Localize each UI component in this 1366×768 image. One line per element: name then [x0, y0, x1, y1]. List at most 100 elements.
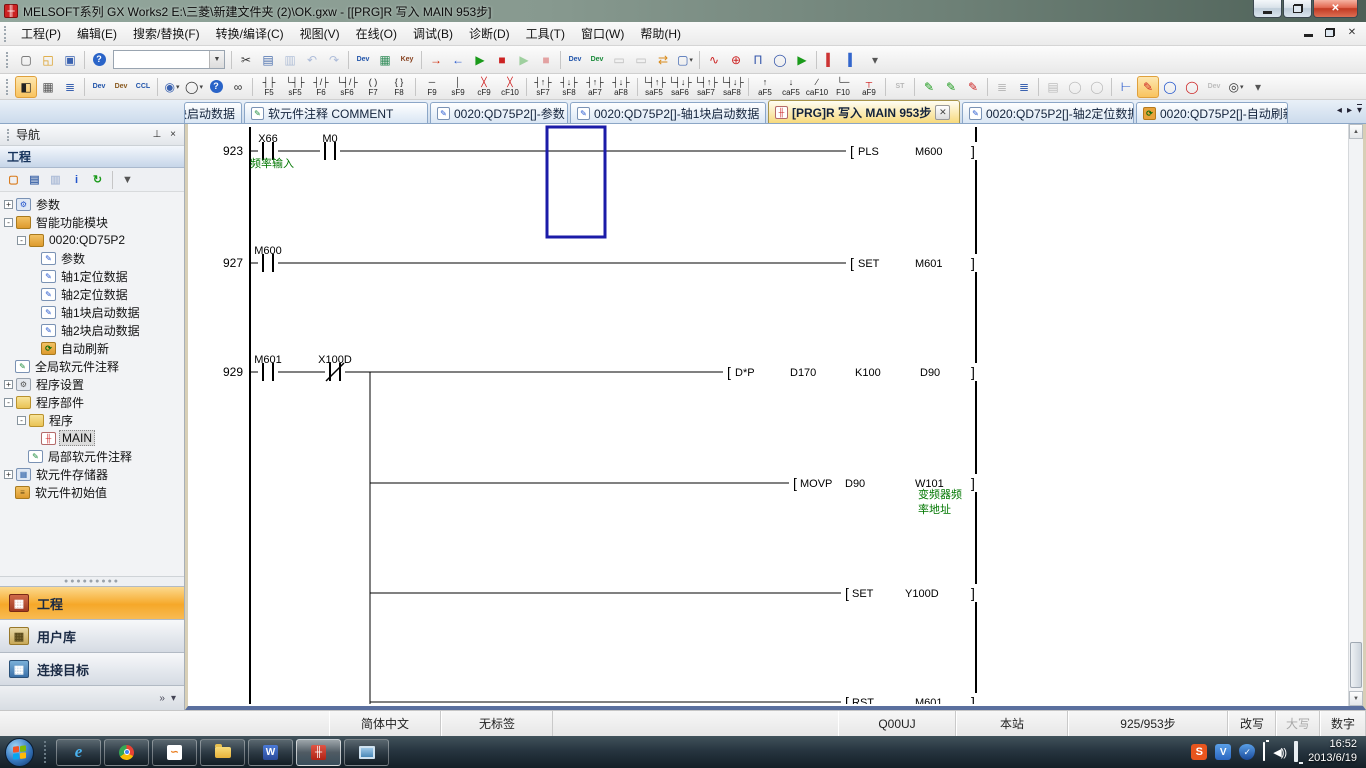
- write-to-plc-button[interactable]: →: [425, 49, 447, 71]
- undo-button[interactable]: ↶: [301, 49, 323, 71]
- taskbar-app-photo-viewer[interactable]: [344, 738, 389, 766]
- tree-item-0020:QD75P2[interactable]: - 0020:QD75P2: [0, 231, 184, 249]
- program-select-combo[interactable]: ▼: [113, 50, 225, 69]
- menu-item[interactable]: 转换/编译(C): [208, 22, 292, 45]
- document-tab[interactable]: ✎ 软元件注释 COMMENT: [244, 102, 428, 123]
- ladder-editor[interactable]: 923 X66 频率输入 M0[PLS M600] 927 M600[SET M601] 929…: [185, 124, 1366, 710]
- collapse-icon[interactable]: -: [4, 397, 13, 407]
- ladder-symbol-saF7-button[interactable]: └┤↑├ saF7: [693, 75, 719, 98]
- list-edit-button[interactable]: ≣: [1013, 76, 1035, 98]
- filter-button[interactable]: ▼: [118, 170, 137, 189]
- taskbar-app-windows-explorer[interactable]: [200, 738, 245, 766]
- tab-close-icon[interactable]: ✕: [935, 104, 951, 120]
- volume-tray-icon[interactable]: ◀)): [1273, 747, 1287, 759]
- find-note-button[interactable]: ◯: [1086, 76, 1108, 98]
- ladder-symbol-saF5-button[interactable]: └┤↑├ saF5: [641, 75, 667, 98]
- redo-button[interactable]: ↷: [323, 49, 345, 71]
- new-item-button[interactable]: ▢: [4, 170, 23, 189]
- menu-item[interactable]: 诊断(D): [461, 22, 518, 45]
- tab-scroll-right-icon[interactable]: ▸: [1347, 105, 1352, 116]
- configure-buttons-icon[interactable]: ▾: [171, 693, 176, 704]
- menu-item[interactable]: 在线(O): [348, 22, 405, 45]
- monitor-start-button[interactable]: ▶: [469, 49, 491, 71]
- trace-wave-button[interactable]: ∿: [703, 49, 725, 71]
- ladder-symbol-cF9-button[interactable]: ╳ cF9: [471, 75, 497, 98]
- ladder-symbol-F10-button[interactable]: └─ F10: [830, 75, 856, 98]
- ladder-symbol-caF5-button[interactable]: ↓ caF5: [778, 75, 804, 98]
- network-tray-icon[interactable]: [1294, 741, 1299, 762]
- ladder-symbol-cF10-button[interactable]: ╳ cF10: [497, 75, 523, 98]
- ladder-symbol-F8-button[interactable]: { } F8: [386, 75, 412, 98]
- battery-tray-icon[interactable]: [1263, 742, 1266, 761]
- expand-buttons-icon[interactable]: »: [159, 693, 165, 704]
- expand-icon[interactable]: +: [4, 199, 13, 209]
- paste-button[interactable]: ▥: [279, 49, 301, 71]
- tree-item-全局软元件注释[interactable]: ✎ 全局软元件注释: [0, 357, 184, 375]
- scrollbar-thumb[interactable]: [1350, 642, 1362, 688]
- edit-block-delete-button[interactable]: ✎: [962, 76, 984, 98]
- chevron-down-icon[interactable]: ▾: [1240, 83, 1244, 91]
- tree-item-轴1定位数据[interactable]: ✎ 轴1定位数据: [0, 267, 184, 285]
- device-display-av-button[interactable]: Dev: [1203, 76, 1225, 98]
- copy-button[interactable]: ▤: [257, 49, 279, 71]
- chevron-down-icon[interactable]: ▾: [199, 83, 203, 91]
- collapse-icon[interactable]: -: [17, 235, 26, 245]
- ladder-symbol-aF7-button[interactable]: ┤↑├ aF7: [582, 75, 608, 98]
- edit-parallel-block-button[interactable]: ✎: [940, 76, 962, 98]
- restore-button[interactable]: [1283, 0, 1312, 18]
- document-tab[interactable]: ⟳ 0020:QD75P2[]-自动刷新: [1136, 102, 1288, 123]
- module-configuration-button[interactable]: ▦: [37, 76, 59, 98]
- ladder-symbol-F6-button[interactable]: ┤/├ F6: [308, 75, 334, 98]
- work-window-list-button[interactable]: ≣: [59, 76, 81, 98]
- ladder-symbol-sF7-button[interactable]: ┤↑├ sF7: [530, 75, 556, 98]
- help-ladder-button[interactable]: ?: [205, 76, 227, 98]
- nav-view-button-工程[interactable]: ▦ 工程: [0, 586, 184, 619]
- ladder-symbol-caF10-button[interactable]: ∕ caF10: [804, 75, 830, 98]
- chevron-down-icon[interactable]: ▾: [689, 56, 693, 64]
- menu-item[interactable]: 窗口(W): [573, 22, 632, 45]
- toolbar-overflow-button[interactable]: ▾: [864, 49, 886, 71]
- watch-register-button[interactable]: Dev: [586, 49, 608, 71]
- taskbar-app-internet-explorer[interactable]: e: [56, 738, 101, 766]
- sogou-tray-icon[interactable]: S: [1191, 744, 1208, 760]
- ladder-symbol-sF8-button[interactable]: ┤↓├ sF8: [556, 75, 582, 98]
- display-device-button[interactable]: ◉ ▾: [161, 76, 183, 98]
- mdi-close-button[interactable]: ✕: [1344, 25, 1360, 39]
- nav-view-button-连接目标[interactable]: ▦ 连接目标: [0, 652, 184, 685]
- menu-item[interactable]: 帮助(H): [632, 22, 689, 45]
- tree-item-轴1块启动数据[interactable]: ✎ 轴1块启动数据: [0, 303, 184, 321]
- ladder-symbol-F7-button[interactable]: ( ) F7: [360, 75, 386, 98]
- edit-ladder-button[interactable]: ✎: [918, 76, 940, 98]
- statement-list-button[interactable]: ▤: [1042, 76, 1064, 98]
- watch-start-button[interactable]: Dev: [564, 49, 586, 71]
- monitor-start-all-button[interactable]: ▶: [513, 49, 535, 71]
- find-binoculars-button[interactable]: ∞: [227, 76, 249, 98]
- tree-item-智能功能模块[interactable]: - 智能功能模块: [0, 213, 184, 231]
- trace-exec-button[interactable]: ▶: [791, 49, 813, 71]
- tree-item-自动刷新[interactable]: ⟳ 自动刷新: [0, 339, 184, 357]
- ladder-symbol-aF8-button[interactable]: ┤↓├ aF8: [608, 75, 634, 98]
- save-button[interactable]: ▣: [59, 49, 81, 71]
- ladder-symbol-F9-button[interactable]: ─ F9: [419, 75, 445, 98]
- menu-item[interactable]: 调试(B): [405, 22, 461, 45]
- cut-button[interactable]: ✂: [235, 49, 257, 71]
- ladder-symbol-sF5-button[interactable]: └┤├ sF5: [282, 75, 308, 98]
- tree-item-程序设置[interactable]: + ⚙ 程序设置: [0, 375, 184, 393]
- menu-item[interactable]: 工具(T): [518, 22, 573, 45]
- panel-resize-grip[interactable]: ●●●●●●●●●: [0, 576, 184, 586]
- transfer-setup-button[interactable]: ⇄: [652, 49, 674, 71]
- graph-view-2-button[interactable]: ▍: [842, 49, 864, 71]
- collapse-icon[interactable]: -: [17, 415, 26, 425]
- tree-item-轴2块启动数据[interactable]: ✎ 轴2块启动数据: [0, 321, 184, 339]
- new-file-button[interactable]: ▢: [15, 49, 37, 71]
- device-memory-button[interactable]: Dev: [110, 76, 132, 98]
- expand-icon[interactable]: +: [4, 469, 13, 479]
- ladder-toolbar-overflow-button[interactable]: ▾: [1247, 76, 1269, 98]
- zoom-button[interactable]: ◎ ▾: [1225, 76, 1247, 98]
- tree-item-软元件存储器[interactable]: + ▦ 软元件存储器: [0, 465, 184, 483]
- menu-item[interactable]: 工程(P): [13, 22, 69, 45]
- ladder-symbol-sF9-button[interactable]: │ sF9: [445, 75, 471, 98]
- window-next-button[interactable]: ▭: [630, 49, 652, 71]
- ladder-symbol-saF8-button[interactable]: └┤↓├ saF8: [719, 75, 745, 98]
- shield-tray-icon[interactable]: ✓: [1239, 744, 1256, 760]
